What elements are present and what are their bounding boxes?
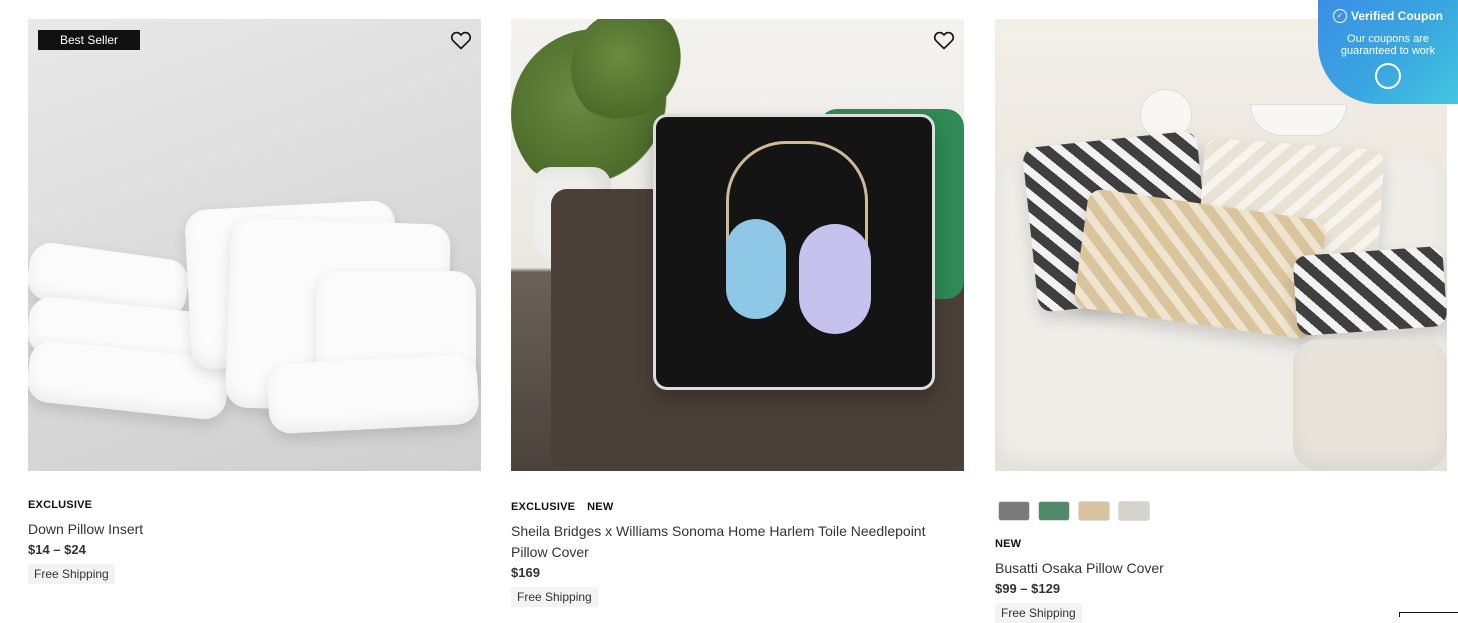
product-price: $169 (511, 565, 540, 580)
product-card[interactable]: Best Seller EXCLUSIVE Down Pillow Insert… (28, 19, 481, 584)
exclusive-tag: EXCLUSIVE (28, 499, 93, 511)
product-info: EXCLUSIVE Down Pillow Insert $14 – $24 F… (28, 499, 481, 584)
product-name[interactable]: Sheila Bridges x Williams Sonoma Home Ha… (511, 521, 931, 563)
coupon-title-row: ✓ Verified Coupon (1318, 9, 1458, 23)
coupon-logo-icon (1375, 63, 1401, 89)
product-name[interactable]: Busatti Osaka Pillow Cover (995, 558, 1415, 579)
free-shipping-badge: Free Shipping (28, 564, 115, 584)
product-image[interactable] (511, 19, 964, 471)
swatch-green[interactable] (1038, 501, 1070, 521)
gray-pillow-shape (1292, 245, 1447, 337)
swatch-gray[interactable] (998, 501, 1030, 521)
product-image[interactable]: Best Seller (28, 19, 481, 471)
free-shipping-badge: Free Shipping (995, 603, 1082, 623)
check-circle-icon: ✓ (1332, 9, 1347, 23)
favorite-heart-icon[interactable] (932, 28, 956, 52)
product-tags: NEW (995, 538, 1447, 553)
color-swatches (998, 501, 1447, 521)
product-tags: EXCLUSIVE (28, 499, 481, 514)
product-name-link[interactable]: Down Pillow Insert (28, 521, 143, 537)
product-name-link[interactable]: Busatti Osaka Pillow Cover (995, 560, 1164, 576)
product-price: $99 – $129 (995, 581, 1061, 596)
product-info: EXCLUSIVE NEW Sheila Bridges x Williams … (511, 501, 964, 607)
product-price: $14 – $24 (28, 542, 86, 557)
product-card[interactable]: NEW Busatti Osaka Pillow Cover $99 – $12… (995, 19, 1447, 623)
exclusive-tag: EXCLUSIVE (511, 501, 576, 513)
product-tags: EXCLUSIVE NEW (511, 501, 964, 516)
swatch-gold[interactable] (1078, 501, 1110, 521)
free-shipping-badge: Free Shipping (511, 587, 598, 607)
new-tag: NEW (995, 538, 1022, 550)
scroll-to-top-button-edge[interactable] (1399, 612, 1458, 617)
coupon-subtitle: Our coupons are guaranteed to work (1340, 33, 1436, 57)
verified-coupon-widget[interactable]: ✓ Verified Coupon Our coupons are guaran… (1318, 0, 1458, 104)
best-seller-badge: Best Seller (38, 30, 141, 50)
pillow-shape (266, 353, 480, 435)
swatch-ivory[interactable] (1118, 501, 1150, 521)
figure-shape (726, 219, 786, 319)
product-info: NEW Busatti Osaka Pillow Cover $99 – $12… (995, 501, 1447, 623)
coupon-title: Verified Coupon (1350, 9, 1443, 23)
bowl-shape (1250, 104, 1347, 136)
figure-shape (799, 224, 871, 334)
favorite-heart-icon[interactable] (449, 28, 473, 52)
product-name-link[interactable]: Sheila Bridges x Williams Sonoma Home Ha… (511, 523, 925, 560)
product-name[interactable]: Down Pillow Insert (28, 519, 448, 540)
new-tag: NEW (587, 501, 614, 513)
throw-shape (1293, 339, 1447, 471)
product-card[interactable]: EXCLUSIVE NEW Sheila Bridges x Williams … (511, 19, 964, 607)
